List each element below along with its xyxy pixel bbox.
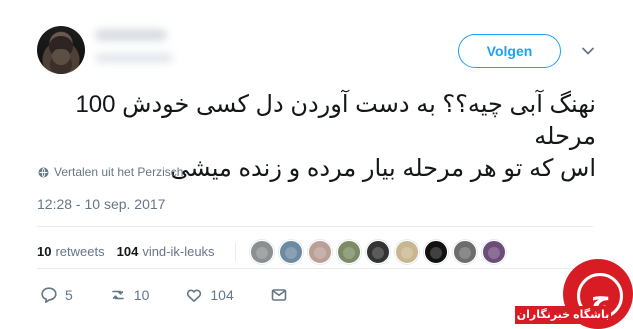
like-action[interactable]: 104 xyxy=(185,286,234,304)
reply-action[interactable]: 5 xyxy=(40,286,73,304)
follow-button[interactable]: Volgen xyxy=(458,34,561,68)
chevron-down-icon[interactable] xyxy=(579,42,597,60)
liker-avatar[interactable] xyxy=(365,240,390,264)
stats-bottom-divider xyxy=(37,268,593,269)
retweet-action[interactable]: 10 xyxy=(109,286,150,304)
author-handle-blurred xyxy=(95,53,173,63)
tweet-timestamp[interactable]: 12:28 - 10 sep. 2017 xyxy=(37,196,165,212)
watermark-text: باشگاه خبرنگاران xyxy=(515,306,611,324)
liker-avatar[interactable] xyxy=(249,240,274,264)
likes-count: 104 xyxy=(116,244,139,259)
retweets-stat[interactable]: 10 retweets xyxy=(37,244,105,260)
liker-avatar[interactable] xyxy=(394,240,419,264)
liker-avatar[interactable] xyxy=(278,240,303,264)
author-avatar[interactable] xyxy=(37,26,85,74)
liker-avatar[interactable] xyxy=(336,240,361,264)
liker-avatar[interactable] xyxy=(307,240,332,264)
reply-count: 5 xyxy=(65,287,73,303)
likes-label: vind-ik-leuks xyxy=(142,244,215,259)
retweets-count: 10 xyxy=(37,244,52,259)
watermark-logo: ج باشگاه خبرنگاران xyxy=(515,253,633,329)
tweet-actions: 5 10 104 xyxy=(40,286,324,304)
heart-icon xyxy=(185,286,203,304)
stats-separator xyxy=(234,243,236,261)
tweet-stats: 10 retweets 104 vind-ik-leuks xyxy=(37,240,506,264)
author-name-blurred xyxy=(95,29,167,41)
retweets-label: retweets xyxy=(55,244,105,259)
globe-icon xyxy=(38,167,49,178)
liker-avatars xyxy=(249,240,506,264)
translate-label: Vertalen uit het Perzisch xyxy=(54,165,184,179)
liker-avatar[interactable] xyxy=(423,240,448,264)
tweet-card: Volgen نهنگ آبی چیه؟؟ به دست آوردن دل کس… xyxy=(0,0,633,329)
reply-icon xyxy=(40,286,58,304)
stats-top-divider xyxy=(37,226,593,227)
likes-stat[interactable]: 104 vind-ik-leuks xyxy=(117,244,215,260)
message-icon xyxy=(270,286,288,304)
message-action[interactable] xyxy=(270,286,288,304)
translate-link[interactable]: Vertalen uit het Perzisch xyxy=(38,165,183,179)
retweet-count: 10 xyxy=(133,287,150,303)
liker-avatar[interactable] xyxy=(481,240,506,264)
liker-avatar[interactable] xyxy=(452,240,477,264)
like-count: 104 xyxy=(210,287,234,303)
retweet-icon xyxy=(109,286,127,304)
